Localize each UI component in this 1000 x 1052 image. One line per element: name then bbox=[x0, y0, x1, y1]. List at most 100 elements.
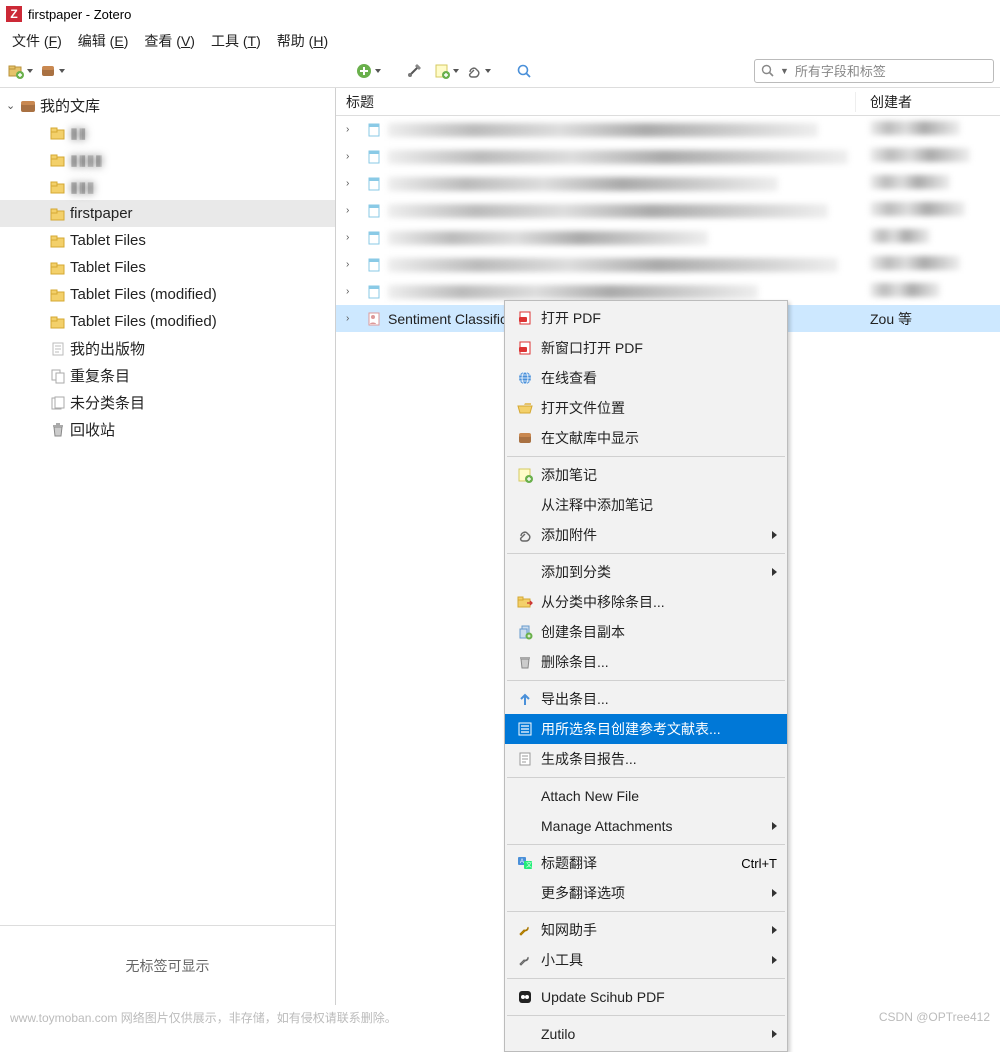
add-attachment-button[interactable] bbox=[464, 59, 492, 83]
wrench-icon bbox=[513, 922, 537, 938]
menu-t[interactable]: 工具 (T) bbox=[203, 28, 269, 54]
menu-separator bbox=[507, 844, 785, 845]
table-row[interactable]: › bbox=[336, 197, 1000, 224]
folder-icon bbox=[50, 180, 66, 194]
context-menu-item-23[interactable]: 更多翻译选项 bbox=[505, 878, 787, 908]
sidebar-item-3[interactable]: firstpaper bbox=[0, 200, 335, 227]
table-row[interactable]: › bbox=[336, 251, 1000, 278]
context-menu-item-6[interactable]: 添加笔记 bbox=[505, 460, 787, 490]
context-menu-item-15[interactable]: 导出条目... bbox=[505, 684, 787, 714]
menu-separator bbox=[507, 1015, 785, 1016]
creator-blurred bbox=[870, 175, 950, 189]
menu-item-label: 创建条目副本 bbox=[541, 622, 777, 642]
clip-icon bbox=[513, 527, 537, 543]
sidebar-item-label: 我的出版物 bbox=[70, 338, 145, 359]
menu-e[interactable]: 编辑 (E) bbox=[70, 28, 137, 54]
menu-item-label: 在文献库中显示 bbox=[541, 428, 777, 448]
add-by-id-button[interactable] bbox=[400, 59, 428, 83]
col-creator[interactable]: 创建者 bbox=[856, 92, 1000, 112]
context-menu-item-22[interactable]: A文标题翻译Ctrl+T bbox=[505, 848, 787, 878]
context-menu-item-28[interactable]: Update Scihub PDF bbox=[505, 982, 787, 1012]
new-item-button[interactable] bbox=[354, 59, 382, 83]
folder-icon bbox=[50, 288, 66, 302]
new-note-button[interactable] bbox=[432, 59, 460, 83]
twisty-icon[interactable]: ⌄ bbox=[6, 99, 20, 112]
context-menu-item-12[interactable]: 创建条目副本 bbox=[505, 617, 787, 647]
menu-item-label: 导出条目... bbox=[541, 689, 777, 709]
title-blurred bbox=[388, 150, 848, 164]
menu-item-label: Zutilo bbox=[541, 1026, 777, 1042]
menu-item-label: 删除条目... bbox=[541, 652, 777, 672]
menu-item-label: 用所选条目创建参考文献表... bbox=[541, 719, 777, 739]
sidebar: ⌄ 我的文库 ▮▮▮▮▮▮▮▮▮firstpaperTablet FilesTa… bbox=[0, 88, 336, 1005]
context-menu-item-20[interactable]: Manage Attachments bbox=[505, 811, 787, 841]
sidebar-item-9[interactable]: 重复条目 bbox=[0, 362, 335, 389]
table-row[interactable]: › bbox=[336, 224, 1000, 251]
menu-separator bbox=[507, 553, 785, 554]
item-icon bbox=[366, 149, 382, 165]
menu-separator bbox=[507, 978, 785, 979]
sidebar-item-2[interactable]: ▮▮▮ bbox=[0, 173, 335, 200]
col-title[interactable]: 标题 bbox=[336, 92, 856, 112]
quick-search[interactable]: ▼ 所有字段和标签 bbox=[754, 59, 994, 83]
context-menu-item-2[interactable]: 在线查看 bbox=[505, 363, 787, 393]
table-row[interactable]: › bbox=[336, 116, 1000, 143]
table-row[interactable]: › bbox=[336, 143, 1000, 170]
footer-right: CSDN @OPTree412 bbox=[879, 1010, 990, 1024]
sidebar-item-1[interactable]: ▮▮▮▮ bbox=[0, 146, 335, 173]
context-menu-item-1[interactable]: 新窗口打开 PDF bbox=[505, 333, 787, 363]
folder-icon bbox=[50, 261, 66, 275]
new-collection-button[interactable] bbox=[6, 59, 34, 83]
menu-item-label: Manage Attachments bbox=[541, 818, 777, 834]
new-library-button[interactable] bbox=[38, 59, 66, 83]
advanced-search-button[interactable] bbox=[510, 59, 538, 83]
context-menu-item-17[interactable]: 生成条目报告... bbox=[505, 744, 787, 774]
folder-icon bbox=[50, 234, 66, 248]
title-blurred bbox=[388, 123, 818, 137]
sidebar-item-label: Tablet Files bbox=[70, 259, 146, 276]
sidebar-item-11[interactable]: 回收站 bbox=[0, 416, 335, 443]
context-menu-item-7[interactable]: 从注释中添加笔记 bbox=[505, 490, 787, 520]
context-menu-item-11[interactable]: 从分类中移除条目... bbox=[505, 587, 787, 617]
menu-item-label: 从分类中移除条目... bbox=[541, 592, 777, 612]
menu-f[interactable]: 文件 (F) bbox=[4, 28, 70, 54]
context-menu-item-26[interactable]: 小工具 bbox=[505, 945, 787, 975]
sidebar-item-10[interactable]: 未分类条目 bbox=[0, 389, 335, 416]
sidebar-item-7[interactable]: Tablet Files (modified) bbox=[0, 308, 335, 335]
context-menu-item-8[interactable]: 添加附件 bbox=[505, 520, 787, 550]
menu-h[interactable]: 帮助 (H) bbox=[269, 28, 336, 54]
footer-watermark: www.toymoban.com 网络图片仅供展示，非存储，如有侵权请联系删除。… bbox=[0, 1005, 1000, 1029]
list-icon bbox=[513, 721, 537, 737]
sidebar-item-8[interactable]: 我的出版物 bbox=[0, 335, 335, 362]
sidebar-item-6[interactable]: Tablet Files (modified) bbox=[0, 281, 335, 308]
sidebar-item-label: ▮▮▮▮ bbox=[70, 151, 103, 169]
folder-icon bbox=[50, 315, 66, 329]
window-title: firstpaper - Zotero bbox=[28, 7, 131, 22]
title-blurred bbox=[388, 177, 778, 191]
context-menu-item-3[interactable]: 打开文件位置 bbox=[505, 393, 787, 423]
menu-item-label: 在线查看 bbox=[541, 368, 777, 388]
menu-v[interactable]: 查看 (V) bbox=[136, 28, 203, 54]
context-menu-item-0[interactable]: 打开 PDF bbox=[505, 303, 787, 333]
context-menu-item-16[interactable]: 用所选条目创建参考文献表... bbox=[505, 714, 787, 744]
tree-item-library[interactable]: ⌄ 我的文库 bbox=[0, 92, 335, 119]
table-row[interactable]: › bbox=[336, 170, 1000, 197]
folder-icon bbox=[50, 207, 66, 221]
sidebar-item-label: 重复条目 bbox=[70, 365, 130, 386]
creator-blurred bbox=[870, 202, 965, 216]
context-menu-item-19[interactable]: Attach New File bbox=[505, 781, 787, 811]
context-menu-item-13[interactable]: 删除条目... bbox=[505, 647, 787, 677]
sidebar-item-label: Tablet Files (modified) bbox=[70, 313, 217, 330]
context-menu-item-25[interactable]: 知网助手 bbox=[505, 915, 787, 945]
context-menu-item-10[interactable]: 添加到分类 bbox=[505, 557, 787, 587]
menu-item-label: 添加到分类 bbox=[541, 562, 777, 582]
creator-blurred bbox=[870, 283, 940, 297]
sidebar-item-5[interactable]: Tablet Files bbox=[0, 254, 335, 281]
menu-separator bbox=[507, 911, 785, 912]
title-blurred bbox=[388, 285, 758, 299]
context-menu-item-4[interactable]: 在文献库中显示 bbox=[505, 423, 787, 453]
sidebar-item-4[interactable]: Tablet Files bbox=[0, 227, 335, 254]
sidebar-item-0[interactable]: ▮▮ bbox=[0, 119, 335, 146]
context-menu-item-30[interactable]: Zutilo bbox=[505, 1019, 787, 1049]
library-icon bbox=[20, 99, 36, 113]
